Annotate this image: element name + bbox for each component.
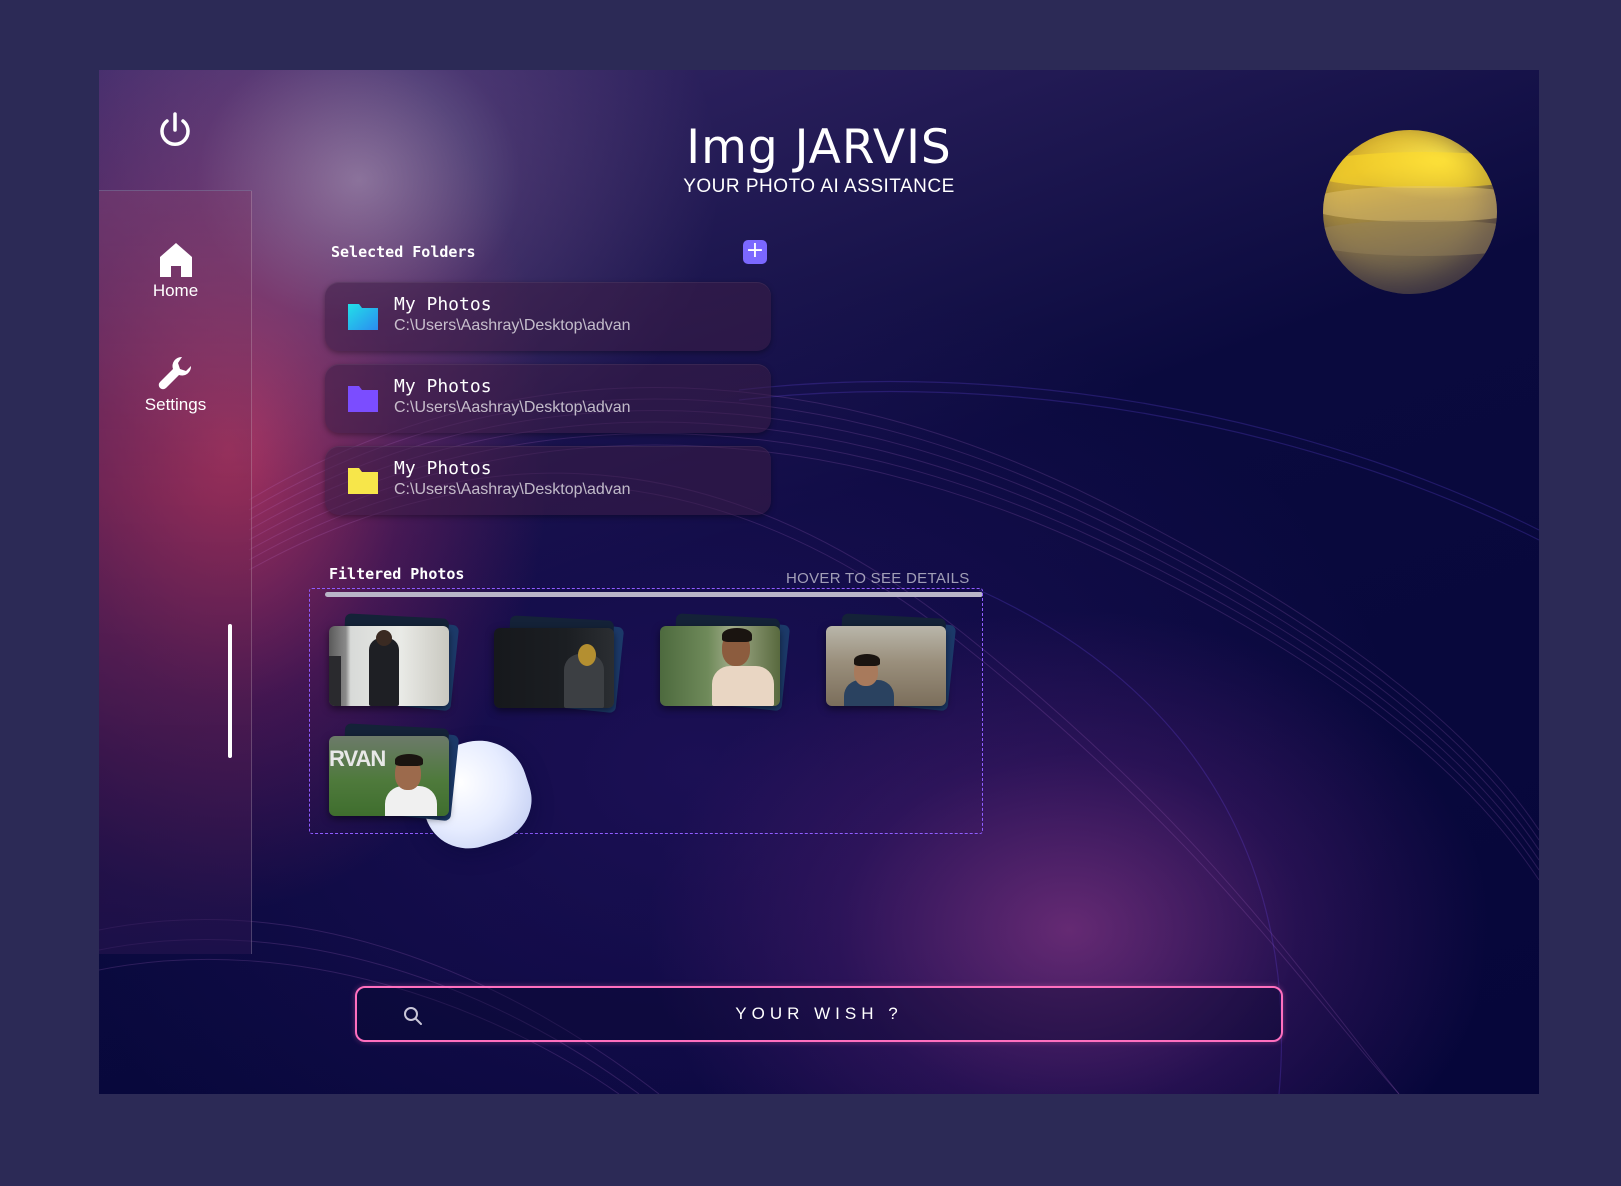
photo-stack[interactable] bbox=[494, 615, 625, 714]
sidebar: Home Settings bbox=[99, 190, 252, 954]
sidebar-item-home[interactable]: Home bbox=[99, 241, 252, 301]
selected-folders-label: Selected Folders bbox=[331, 243, 476, 261]
folder-name: My Photos bbox=[394, 458, 492, 479]
home-icon bbox=[159, 243, 192, 277]
page-title: Img JARVIS bbox=[686, 120, 952, 175]
photo-sign-text: RVAN bbox=[329, 746, 386, 771]
page-subtitle: YOUR PHOTO AI ASSITANCE bbox=[683, 176, 955, 197]
plus-icon: + bbox=[745, 238, 765, 263]
sidebar-scrollbar[interactable] bbox=[228, 624, 232, 758]
photo-stack[interactable] bbox=[660, 613, 791, 712]
folder-card[interactable]: My Photos C:\Users\Aashray\Desktop\advan bbox=[325, 364, 771, 433]
folder-card[interactable]: My Photos C:\Users\Aashray\Desktop\advan bbox=[325, 446, 771, 515]
orb-band bbox=[1323, 220, 1497, 256]
search-input[interactable]: YOUR WISH ? bbox=[357, 1004, 1281, 1024]
sidebar-item-label: Home bbox=[152, 281, 199, 300]
sidebar-item-label: Settings bbox=[144, 395, 207, 414]
folder-name: My Photos bbox=[394, 376, 492, 397]
folder-icon bbox=[348, 386, 378, 412]
header: Img JARVIS YOUR PHOTO AI ASSITANCE bbox=[619, 120, 1019, 198]
folder-card[interactable]: My Photos C:\Users\Aashray\Desktop\advan bbox=[325, 282, 771, 351]
wrench-icon bbox=[158, 356, 191, 390]
photo-thumbnail bbox=[329, 626, 449, 706]
hover-hint: HOVER TO SEE DETAILS bbox=[786, 570, 970, 587]
folder-name: My Photos bbox=[394, 294, 492, 315]
sidebar-item-settings[interactable]: Settings bbox=[99, 353, 252, 415]
power-icon bbox=[160, 112, 190, 146]
photo-stack[interactable] bbox=[329, 613, 460, 712]
ai-orb[interactable] bbox=[1323, 130, 1497, 294]
photo-stack[interactable]: RVAN bbox=[329, 723, 460, 822]
photo-thumbnail bbox=[826, 626, 946, 706]
search-bar[interactable]: YOUR WISH ? bbox=[355, 986, 1283, 1042]
app-window: Home Settings Img JARVIS YOUR PHOTO AI A… bbox=[99, 70, 1539, 1094]
photo-stack[interactable] bbox=[826, 613, 957, 712]
orb-band bbox=[1323, 186, 1497, 222]
folder-path: C:\Users\Aashray\Desktop\advan bbox=[394, 399, 631, 416]
filtered-photos-label: Filtered Photos bbox=[329, 565, 465, 583]
folder-icon bbox=[348, 468, 378, 494]
folder-icon bbox=[348, 304, 378, 330]
folder-path: C:\Users\Aashray\Desktop\advan bbox=[394, 317, 631, 334]
photo-thumbnail: RVAN bbox=[329, 736, 449, 816]
photo-thumbnail bbox=[494, 628, 614, 708]
add-folder-button[interactable]: + bbox=[743, 240, 767, 264]
photo-thumbnail bbox=[660, 626, 780, 706]
power-button[interactable] bbox=[155, 110, 195, 150]
folder-path: C:\Users\Aashray\Desktop\advan bbox=[394, 481, 631, 498]
orb-band bbox=[1323, 152, 1497, 188]
